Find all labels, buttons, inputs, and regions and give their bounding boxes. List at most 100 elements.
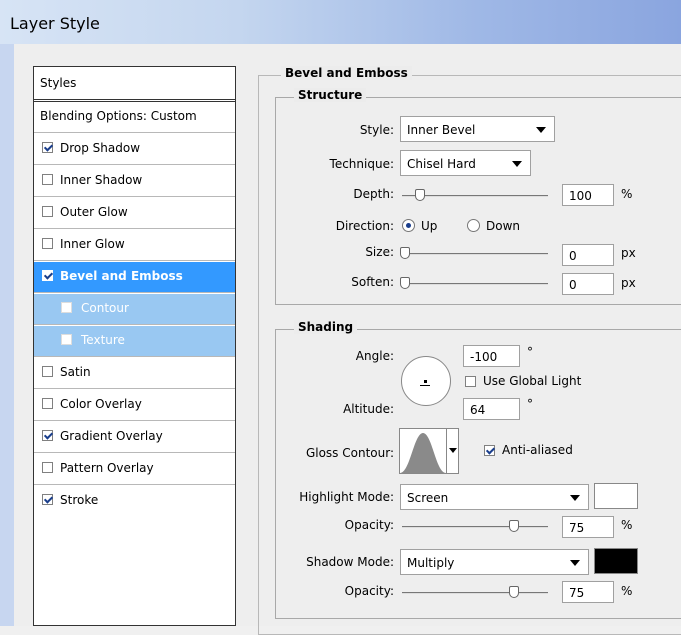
color-overlay-checkbox[interactable]	[42, 398, 53, 409]
anti-aliased-checkbox[interactable]	[484, 445, 495, 456]
depth-input[interactable]: 100	[562, 184, 614, 206]
style-item-contour[interactable]: Contour	[34, 294, 235, 325]
highlight-opacity-label: Opacity:	[344, 518, 394, 532]
pattern-overlay-checkbox[interactable]	[42, 462, 53, 473]
shadow-mode-value: Multiply	[407, 556, 455, 570]
style-item-label: Outer Glow	[60, 205, 128, 219]
depth-unit: %	[621, 187, 633, 201]
style-item-drop-shadow[interactable]: Drop Shadow	[34, 134, 235, 165]
shadow-mode-select[interactable]: Multiply	[400, 549, 589, 575]
gloss-contour-preview[interactable]	[399, 428, 447, 474]
style-item-pattern-overlay[interactable]: Pattern Overlay	[34, 454, 235, 485]
altitude-value: 64	[470, 403, 486, 417]
style-item-texture[interactable]: Texture	[34, 326, 235, 357]
soften-slider-handle[interactable]	[400, 277, 410, 289]
chevron-down-icon	[570, 560, 580, 566]
soften-value: 0	[569, 278, 577, 292]
depth-label: Depth:	[353, 187, 394, 201]
title-bar: Layer Style	[0, 0, 681, 44]
chevron-down-icon	[570, 495, 580, 501]
angle-dial[interactable]	[401, 356, 451, 406]
gradient-overlay-checkbox[interactable]	[42, 430, 53, 441]
structure-title: Structure	[294, 88, 367, 102]
altitude-label: Altitude:	[343, 402, 394, 416]
use-global-light-label: Use Global Light	[483, 374, 582, 388]
depth-slider-handle[interactable]	[415, 189, 425, 201]
shadow-opacity-input[interactable]: 75	[562, 581, 614, 603]
shading-group	[275, 329, 681, 619]
style-select[interactable]: Inner Bevel	[400, 116, 555, 142]
style-item-label: Pattern Overlay	[60, 461, 154, 475]
anti-aliased-label: Anti-aliased	[502, 443, 573, 457]
style-label: Style:	[359, 123, 394, 137]
style-item-label: Stroke	[60, 493, 99, 507]
style-item-satin[interactable]: Satin	[34, 358, 235, 389]
soften-input[interactable]: 0	[562, 273, 614, 295]
drop-shadow-checkbox[interactable]	[42, 142, 53, 153]
gloss-contour-label: Gloss Contour:	[305, 446, 394, 460]
highlight-opacity-handle[interactable]	[509, 520, 519, 532]
blending-options-item[interactable]: Blending Options: Custom	[34, 102, 235, 133]
direction-down-radio[interactable]	[467, 219, 480, 232]
style-item-inner-glow[interactable]: Inner Glow	[34, 230, 235, 261]
direction-label: Direction:	[335, 219, 394, 233]
technique-select[interactable]: Chisel Hard	[400, 150, 531, 176]
direction-down-label: Down	[486, 219, 521, 233]
angle-label: Angle:	[355, 349, 394, 363]
highlight-opacity-input[interactable]: 75	[562, 516, 614, 538]
style-item-color-overlay[interactable]: Color Overlay	[34, 390, 235, 421]
highlight-color-swatch[interactable]	[594, 483, 638, 509]
contour-checkbox[interactable]	[61, 302, 72, 313]
altitude-input[interactable]: 64	[463, 398, 520, 420]
gloss-contour-curve	[400, 433, 446, 473]
stroke-checkbox[interactable]	[42, 494, 53, 505]
highlight-opacity-unit: %	[621, 518, 633, 532]
highlight-opacity-slider[interactable]	[402, 526, 548, 528]
inner-shadow-checkbox[interactable]	[42, 174, 53, 185]
shadow-opacity-slider[interactable]	[402, 592, 548, 594]
style-item-label: Contour	[81, 301, 129, 315]
angle-dial-crosshair	[420, 385, 430, 386]
inner-glow-checkbox[interactable]	[42, 238, 53, 249]
style-item-outer-glow[interactable]: Outer Glow	[34, 198, 235, 229]
soften-unit: px	[621, 276, 636, 290]
technique-label: Technique:	[329, 157, 394, 171]
size-label: Size:	[365, 245, 394, 259]
style-item-stroke[interactable]: Stroke	[34, 486, 235, 517]
gloss-contour-dropdown[interactable]	[447, 428, 459, 474]
size-slider-handle[interactable]	[400, 247, 410, 259]
style-item-label: Bevel and Emboss	[60, 269, 183, 283]
satin-checkbox[interactable]	[42, 366, 53, 377]
highlight-mode-select[interactable]: Screen	[400, 484, 589, 510]
angle-input[interactable]: -100	[463, 345, 520, 367]
size-slider[interactable]	[402, 253, 548, 255]
style-select-value: Inner Bevel	[407, 123, 476, 137]
bevel-emboss-checkbox[interactable]	[42, 270, 53, 281]
soften-slider[interactable]	[402, 283, 548, 285]
style-item-label: Drop Shadow	[60, 141, 141, 155]
styles-header[interactable]: Styles	[34, 67, 235, 102]
direction-up-radio[interactable]	[402, 219, 415, 232]
style-item-label: Inner Shadow	[60, 173, 143, 187]
chevron-down-icon	[512, 161, 522, 167]
style-item-label: Gradient Overlay	[60, 429, 163, 443]
style-item-label: Texture	[81, 333, 125, 347]
shadow-mode-label: Shadow Mode:	[306, 555, 394, 569]
angle-dial-center	[424, 380, 427, 383]
style-item-inner-shadow[interactable]: Inner Shadow	[34, 166, 235, 197]
angle-value: -100	[470, 350, 498, 364]
size-unit: px	[621, 246, 636, 260]
outer-glow-checkbox[interactable]	[42, 206, 53, 217]
styles-header-label: Styles	[40, 76, 77, 90]
chevron-down-icon	[536, 127, 546, 133]
texture-checkbox[interactable]	[61, 334, 72, 345]
style-item-gradient-overlay[interactable]: Gradient Overlay	[34, 422, 235, 453]
use-global-light-checkbox[interactable]	[465, 376, 476, 387]
bevel-emboss-title: Bevel and Emboss	[281, 66, 412, 80]
size-input[interactable]: 0	[562, 244, 614, 266]
shadow-opacity-value: 75	[569, 586, 585, 600]
shadow-opacity-handle[interactable]	[509, 586, 519, 598]
angle-unit: °	[527, 345, 533, 359]
shadow-color-swatch[interactable]	[594, 548, 638, 574]
style-item-bevel-emboss[interactable]: Bevel and Emboss	[34, 262, 235, 293]
